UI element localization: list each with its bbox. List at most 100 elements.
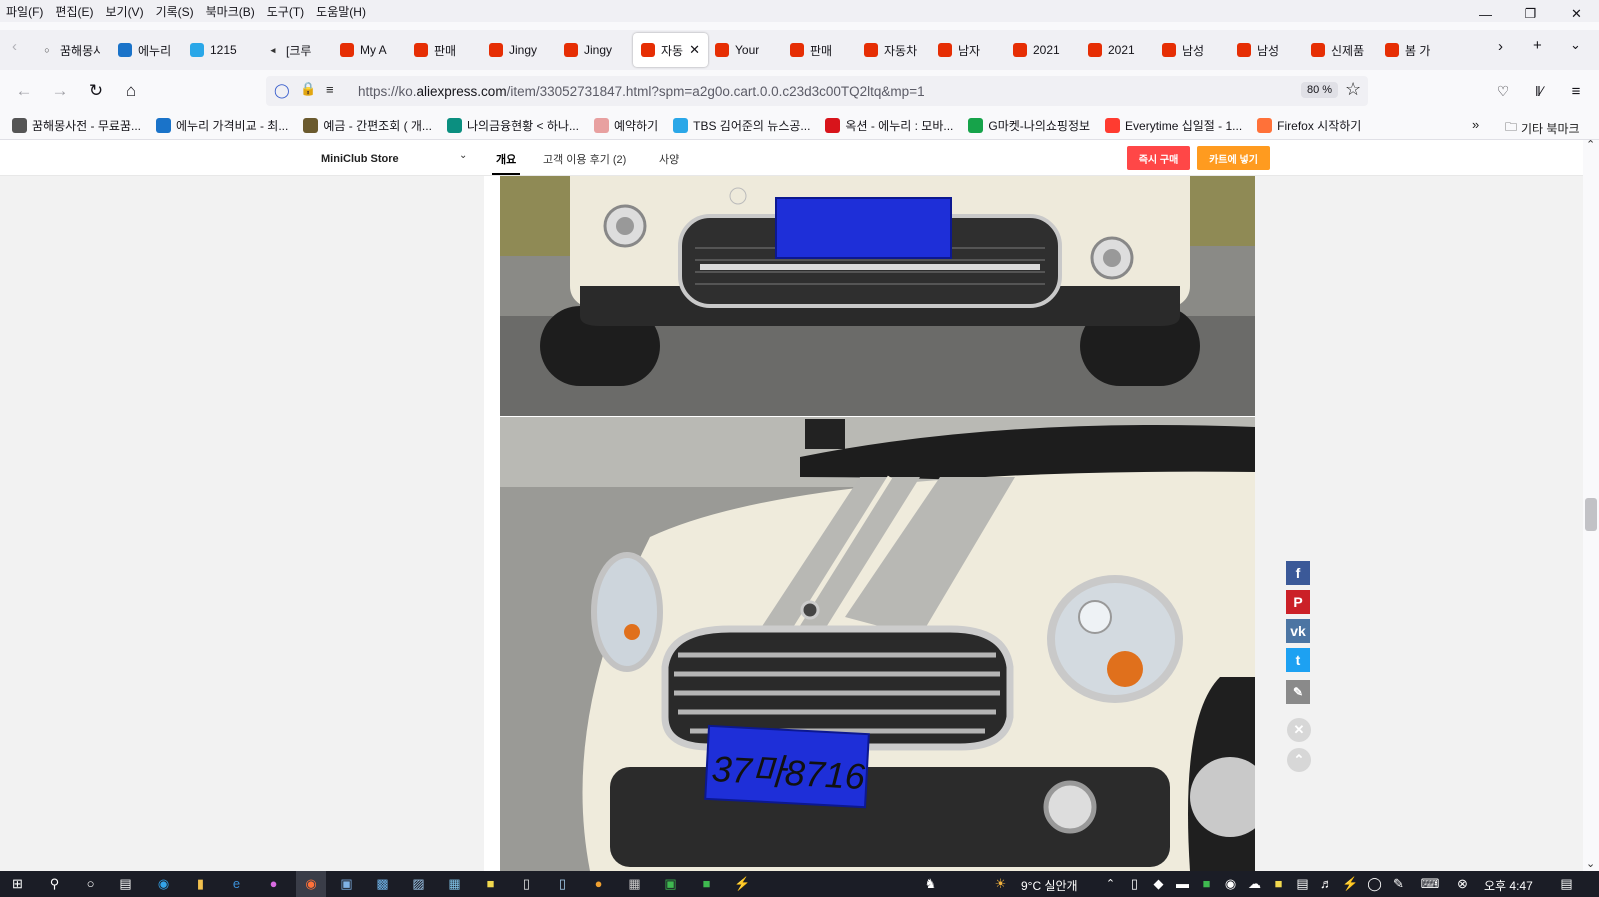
restore-icon[interactable]: ❐: [1508, 0, 1553, 28]
tray-expand-icon[interactable]: ⌃: [1102, 875, 1119, 892]
menu-history[interactable]: 기록(S): [150, 3, 200, 20]
tab-8[interactable]: 자동 ✕: [633, 33, 708, 67]
task-view-icon[interactable]: ▤: [117, 875, 134, 892]
tab-17[interactable]: 신제품: [1311, 33, 1364, 67]
weather-icon[interactable]: ☀: [992, 875, 1009, 892]
app-icon-3[interactable]: ▦: [446, 875, 463, 892]
address-bar[interactable]: ◯ 🔒 ≡ https://ko.aliexpress.com/item/330…: [266, 76, 1368, 106]
twitter-share-icon[interactable]: t: [1286, 648, 1310, 672]
bookmark-item-7[interactable]: G마켓-나의쇼핑정보: [968, 117, 1090, 134]
hamburger-menu-icon[interactable]: ≡: [1565, 80, 1587, 102]
tab-18[interactable]: 봄 가: [1385, 33, 1430, 67]
tab-13[interactable]: 2021: [1013, 33, 1060, 67]
internet-explorer-icon[interactable]: e: [228, 875, 245, 892]
chevron-down-icon[interactable]: ⌄: [459, 150, 467, 161]
permissions-icon[interactable]: ≡: [326, 82, 334, 97]
menu-edit[interactable]: 편집(E): [49, 3, 99, 20]
bookmark-item-6[interactable]: 옥션 - 에누리 : 모바...: [825, 117, 953, 134]
tab-1[interactable]: 에누리: [118, 33, 171, 67]
scroll-top-icon[interactable]: ⌃: [1287, 748, 1311, 772]
shield-icon[interactable]: ◯: [274, 82, 290, 99]
kakaotalk-icon[interactable]: ■: [482, 875, 499, 892]
menu-file[interactable]: 파일(F): [0, 3, 49, 20]
monitor-icon[interactable]: ▩: [374, 875, 391, 892]
tab-4[interactable]: My A: [340, 33, 387, 67]
tab-14[interactable]: 2021: [1088, 33, 1135, 67]
url-text[interactable]: https://ko.aliexpress.com/item/330527318…: [358, 84, 925, 99]
paint-drop-icon[interactable]: ●: [265, 875, 282, 892]
lock-icon[interactable]: 🔒: [300, 81, 316, 97]
edit-pencil-icon[interactable]: ✎: [1286, 680, 1310, 704]
tab-10[interactable]: 판매: [790, 33, 832, 67]
firefox-taskbar-icon[interactable]: ◉: [296, 871, 326, 897]
pocket-icon[interactable]: ♡: [1492, 80, 1514, 102]
library-icon[interactable]: ‖∕: [1528, 80, 1550, 102]
tab-scroll-right-icon[interactable]: ›: [1498, 38, 1503, 55]
tray-app-8-icon[interactable]: ⚡: [1342, 875, 1359, 892]
volume-icon[interactable]: ♬: [1318, 875, 1335, 892]
tab-16[interactable]: 남성: [1237, 33, 1279, 67]
keyboard-icon[interactable]: ⌨: [1418, 875, 1442, 892]
tab-6[interactable]: Jingy: [489, 33, 537, 67]
windows-start-icon[interactable]: ⊞: [9, 875, 26, 892]
minimize-icon[interactable]: —: [1463, 0, 1508, 28]
tray-app-1-icon[interactable]: ▯: [1126, 875, 1143, 892]
notification-icon[interactable]: ▤: [1558, 875, 1575, 892]
notepad-icon[interactable]: ▯: [518, 875, 535, 892]
person-icon[interactable]: ♞: [922, 875, 939, 892]
tray-app-2-icon[interactable]: ◆: [1150, 875, 1167, 892]
add-to-cart-button[interactable]: 카트에 넣기: [1197, 146, 1270, 170]
excel-icon[interactable]: ■: [698, 875, 715, 892]
tab-5[interactable]: 판매: [414, 33, 456, 67]
zoom-level[interactable]: 80 %: [1301, 82, 1339, 98]
menu-bookmarks[interactable]: 북마크(B): [200, 3, 261, 20]
vk-share-icon[interactable]: vk: [1286, 619, 1310, 643]
back-icon[interactable]: ←: [13, 80, 35, 102]
bookmark-item-5[interactable]: TBS 김어준의 뉴스공...: [673, 117, 810, 134]
app-icon-6[interactable]: ⚡: [734, 875, 751, 892]
home-icon[interactable]: ⌂: [120, 80, 142, 102]
other-bookmarks[interactable]: 🗀 기타 북마크: [1505, 118, 1580, 139]
tab-12[interactable]: 남자: [938, 33, 980, 67]
tab-overview[interactable]: 개요: [496, 151, 516, 167]
bookmark-item-1[interactable]: 에누리 가격비교 - 최...: [156, 117, 288, 134]
forward-icon[interactable]: →: [49, 80, 71, 102]
scroll-down-arrow-icon[interactable]: ⌄: [1586, 857, 1595, 870]
tray-close-icon[interactable]: ⊗: [1454, 875, 1471, 892]
clock-text[interactable]: 오후 4:47: [1484, 877, 1533, 894]
pen-icon[interactable]: ✎: [1390, 875, 1407, 892]
tab-scroll-left-icon[interactable]: ‹: [12, 38, 17, 55]
tab-7[interactable]: Jingy: [564, 33, 612, 67]
bookmark-item-8[interactable]: Everytime 십일절 - 1...: [1105, 117, 1242, 134]
network-icon[interactable]: ▤: [1294, 875, 1311, 892]
app-icon-4[interactable]: ●: [590, 875, 607, 892]
edge-icon[interactable]: ◉: [155, 875, 172, 892]
weather-text[interactable]: 9°C 실안개: [1021, 877, 1078, 894]
bookmarks-overflow-icon[interactable]: »: [1472, 117, 1479, 132]
tray-app-5-icon[interactable]: ◉: [1222, 875, 1239, 892]
bookmark-item-9[interactable]: Firefox 시작하기: [1257, 117, 1361, 134]
tab-specs[interactable]: 사양: [659, 151, 679, 167]
close-window-icon[interactable]: ✕: [1554, 0, 1599, 28]
bookmark-item-2[interactable]: 예금 - 간편조회 ( 개...: [303, 117, 432, 134]
bookmark-star-icon[interactable]: ☆: [1345, 79, 1361, 100]
tray-app-7-icon[interactable]: ■: [1270, 875, 1287, 892]
tray-app-9-icon[interactable]: ◯: [1366, 875, 1383, 892]
tab-11[interactable]: 자동차: [864, 33, 917, 67]
close-tab-icon[interactable]: ✕: [689, 42, 700, 58]
buy-now-button[interactable]: 즉시 구매: [1127, 146, 1190, 170]
bookmark-item-4[interactable]: 예약하기: [593, 117, 658, 134]
menu-help[interactable]: 도움말(H): [310, 3, 372, 20]
bookmark-item-0[interactable]: 꿈해몽사전 - 무료꿈...: [12, 117, 141, 134]
tab-reviews[interactable]: 고객 이용 후기 (2): [543, 151, 626, 167]
search-icon[interactable]: ⚲: [46, 875, 63, 892]
menu-view[interactable]: 보기(V): [99, 3, 149, 20]
scrollbar-thumb[interactable]: [1585, 498, 1597, 531]
store-name[interactable]: MiniClub Store: [321, 153, 399, 165]
document-icon[interactable]: ▯: [554, 875, 571, 892]
tab-0[interactable]: ○ 꿈해몽사전: [40, 33, 100, 67]
tab-2[interactable]: 1215: [190, 33, 237, 67]
scroll-up-arrow-icon[interactable]: ⌃: [1586, 140, 1595, 151]
tray-app-3-icon[interactable]: ▬: [1174, 875, 1191, 892]
cortana-icon[interactable]: ○: [82, 875, 99, 892]
